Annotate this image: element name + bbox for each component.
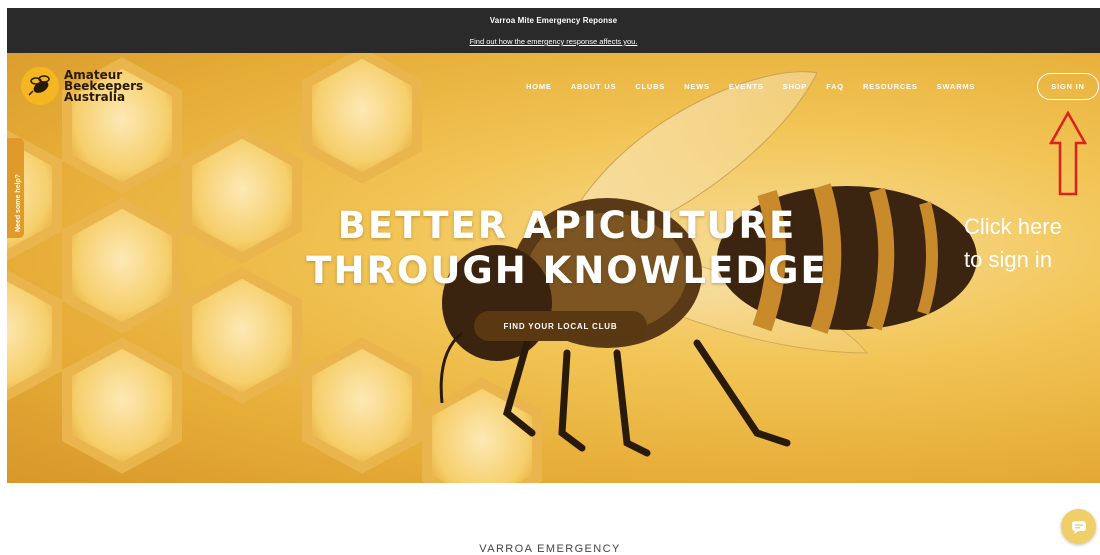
chat-icon [1071,520,1086,534]
nav-home[interactable]: HOME [526,82,552,91]
hero-headline-line-2: THROUGH KNOWLEDGE [306,249,828,292]
bee-icon [21,67,59,105]
nav-news[interactable]: NEWS [684,82,710,91]
nav-events[interactable]: EVENTS [729,82,764,91]
announcement-link[interactable]: Find out how the emergency response affe… [7,37,1100,46]
nav-swarms[interactable]: SWARMS [937,82,976,91]
red-arrow-icon [1048,110,1088,196]
website-frame: Varroa Mite Emergency Reponse Find out h… [7,8,1100,483]
logo-line-3: Australia [64,89,126,104]
hero-section: Amateur Beekeepers Australia HOME ABOUT … [7,53,1100,483]
nav-clubs[interactable]: CLUBS [635,82,665,91]
help-side-tab[interactable]: Need some help? [7,138,24,238]
chat-button[interactable] [1061,509,1096,544]
nav-about-us[interactable]: ABOUT US [571,82,617,91]
hero-headline-line-1: BETTER APICULTURE [337,204,797,247]
main-nav: HOME ABOUT US CLUBS NEWS EVENTS SHOP FAQ… [526,82,994,91]
logo-text: Amateur Beekeepers Australia [64,69,143,104]
sign-in-button[interactable]: SIGN IN [1037,73,1099,100]
annotation-text: Click here to sign in [964,210,1062,276]
announcement-title: Varroa Mite Emergency Reponse [489,16,618,25]
hero-headline: BETTER APICULTURE THROUGH KNOWLEDGE [257,203,877,293]
nav-faq[interactable]: FAQ [826,82,844,91]
annotation-line-1: Click here [964,214,1062,239]
nav-resources[interactable]: RESOURCES [863,82,918,91]
nav-shop[interactable]: SHOP [783,82,807,91]
site-logo[interactable]: Amateur Beekeepers Australia [21,67,143,105]
help-side-tab-label: Need some help? [15,174,22,232]
find-local-club-button[interactable]: FIND YOUR LOCAL CLUB [474,311,647,341]
annotation-line-2: to sign in [964,247,1053,272]
announcement-bar: Varroa Mite Emergency Reponse Find out h… [7,8,1100,53]
section-heading: VARROA EMERGENCY [479,543,621,555]
